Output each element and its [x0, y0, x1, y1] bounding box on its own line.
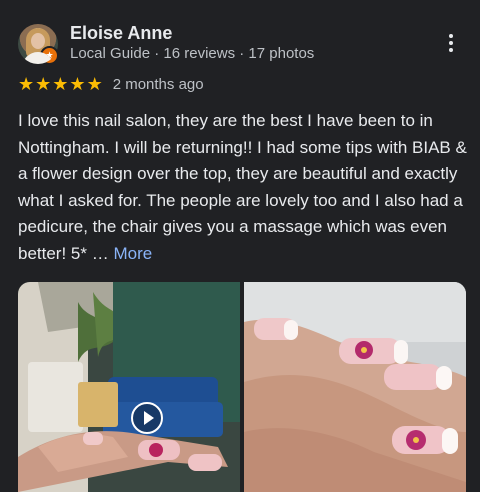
salon-hand-image — [18, 282, 240, 492]
review-video-thumbnail[interactable] — [18, 282, 240, 492]
star-icon: ★ — [69, 74, 86, 94]
nails-closeup-image — [244, 282, 466, 492]
play-icon[interactable] — [131, 402, 163, 434]
star-icon: ★ — [18, 74, 35, 94]
reviewer-name[interactable]: Eloise Anne — [70, 23, 172, 44]
star-icon: ★ — [86, 74, 103, 94]
more-link[interactable]: More — [113, 244, 152, 263]
review-photo[interactable] — [244, 282, 466, 492]
more-options-icon[interactable] — [447, 34, 455, 56]
review-date: 2 months ago — [112, 75, 204, 93]
star-icon: ★ — [52, 74, 69, 94]
review-body: I love this nail salon, they are the bes… — [18, 111, 467, 263]
reviewer-meta: Local Guide · 16 reviews · 17 photos — [70, 45, 315, 62]
star-icon: ★ — [35, 74, 52, 94]
star-rating: ★ ★ ★ ★ ★ 2 months ago — [18, 74, 204, 94]
review-text: I love this nail salon, they are the bes… — [18, 108, 468, 267]
